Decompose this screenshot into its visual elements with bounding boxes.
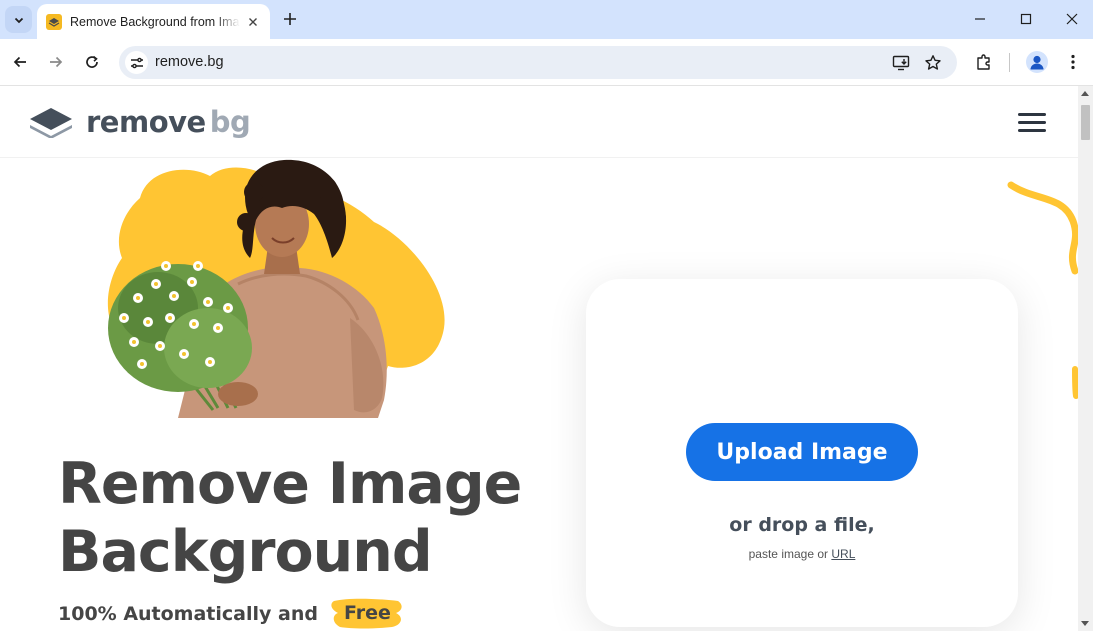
bookmark-star-icon[interactable] bbox=[923, 53, 943, 73]
browser-menu-kebab-icon[interactable] bbox=[1062, 51, 1084, 73]
maximize-window-icon[interactable] bbox=[1011, 6, 1041, 32]
install-app-icon[interactable] bbox=[891, 53, 911, 73]
scrollbar-thumb[interactable] bbox=[1081, 105, 1090, 140]
back-arrow-icon[interactable] bbox=[7, 49, 33, 75]
subline-text: 100% Automatically and bbox=[58, 603, 318, 625]
logo-text-remove: remove bbox=[86, 105, 206, 139]
logo-layers-icon bbox=[30, 108, 72, 138]
browser-tab-active[interactable]: Remove Background from Image bbox=[37, 4, 270, 39]
address-bar[interactable]: remove.bg bbox=[119, 46, 957, 79]
minimize-window-icon[interactable] bbox=[965, 6, 995, 32]
web-page: remove bg Remove Image Background 100% A… bbox=[0, 86, 1078, 631]
hero-headline: Remove Image Background bbox=[58, 450, 522, 586]
headline-line-1: Remove Image bbox=[58, 451, 522, 517]
logo-text-bg: bg bbox=[209, 105, 251, 139]
site-header: remove bg bbox=[0, 86, 1078, 158]
remove-bg-logo[interactable]: remove bg bbox=[29, 105, 251, 139]
free-label: Free bbox=[343, 602, 391, 624]
new-tab-plus-icon[interactable] bbox=[279, 8, 301, 30]
tab-close-icon[interactable] bbox=[245, 14, 261, 30]
upload-card[interactable]: Upload Image or drop a file, paste image… bbox=[586, 279, 1018, 627]
toolbar-separator bbox=[1009, 53, 1010, 72]
paste-image-hint: paste image or URL bbox=[586, 547, 1018, 561]
headline-line-2: Background bbox=[58, 519, 433, 585]
hero-illustration-woman-with-flowers bbox=[107, 159, 445, 418]
site-info-tune-icon[interactable] bbox=[125, 51, 148, 74]
tab-search-button[interactable] bbox=[5, 6, 32, 33]
extensions-puzzle-icon[interactable] bbox=[973, 51, 995, 73]
url-link[interactable]: URL bbox=[831, 547, 855, 561]
remove-bg-favicon-icon bbox=[46, 13, 62, 30]
hamburger-menu-icon[interactable] bbox=[1018, 113, 1046, 132]
scroll-up-arrow-icon[interactable] bbox=[1081, 91, 1089, 96]
paste-text: paste image or bbox=[748, 547, 829, 561]
scroll-down-arrow-icon[interactable] bbox=[1081, 621, 1089, 626]
page-scrollbar[interactable] bbox=[1078, 86, 1093, 631]
chevron-down-icon bbox=[14, 17, 23, 23]
close-window-icon[interactable] bbox=[1057, 6, 1087, 32]
browser-toolbar: remove.bg bbox=[0, 39, 1093, 86]
drop-file-text: or drop a file, bbox=[729, 514, 875, 536]
reload-icon[interactable] bbox=[79, 49, 105, 75]
hero-subline: 100% Automatically and Free bbox=[58, 598, 402, 629]
url-text[interactable]: remove.bg bbox=[155, 54, 224, 70]
forward-arrow-icon[interactable] bbox=[43, 49, 69, 75]
profile-avatar-icon[interactable] bbox=[1026, 51, 1048, 73]
free-badge: Free bbox=[330, 598, 402, 629]
browser-tabstrip: Remove Background from Image bbox=[0, 0, 1093, 39]
upload-image-button[interactable]: Upload Image bbox=[686, 423, 918, 481]
tab-title: Remove Background from Image bbox=[70, 14, 240, 29]
